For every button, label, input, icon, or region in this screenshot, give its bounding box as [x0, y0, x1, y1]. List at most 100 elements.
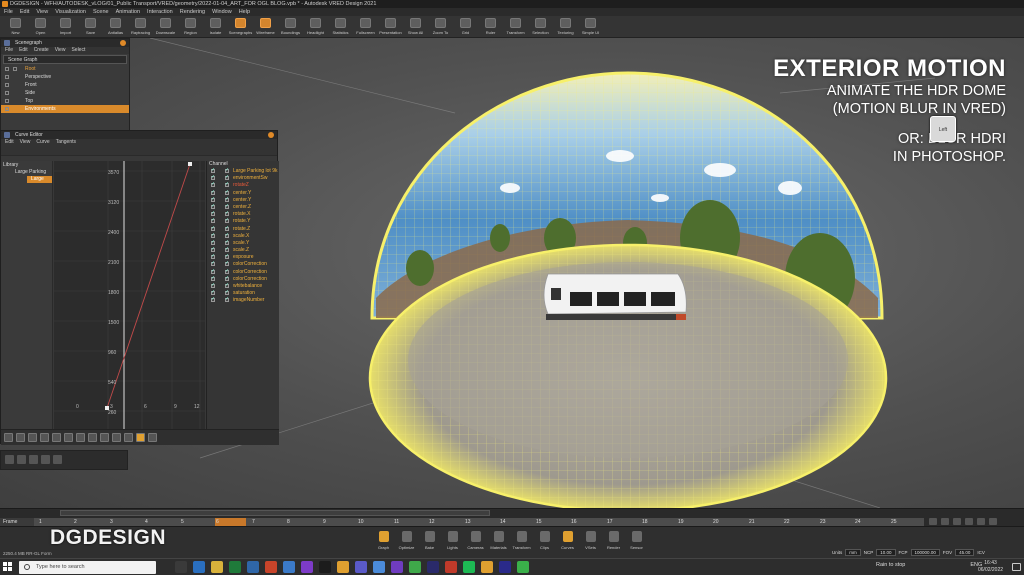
visibility-checkbox[interactable] [5, 99, 9, 103]
loop-icon[interactable] [989, 518, 997, 525]
vred-taskbar-icon[interactable] [337, 561, 349, 573]
timeline-playhead[interactable] [215, 518, 246, 526]
notifications-icon[interactable] [1012, 563, 1021, 571]
key-tool-icon[interactable] [76, 433, 85, 442]
edit-icon[interactable] [17, 455, 26, 464]
toolbar-selection-button[interactable]: Selection [528, 16, 553, 38]
toolbar-region-button[interactable]: Region [178, 16, 203, 38]
channel-row[interactable]: scale.X [207, 233, 279, 240]
dock-cameras-button[interactable]: Cameras [464, 529, 487, 557]
menu-scene[interactable]: Scene [93, 8, 109, 16]
clip-icon[interactable] [41, 455, 50, 464]
delete-icon[interactable] [53, 455, 62, 464]
taskbar-search-input[interactable]: Type here to search [19, 561, 156, 574]
app-icon[interactable] [319, 561, 331, 573]
toolbar-texturing-button[interactable]: Texturing [553, 16, 578, 38]
toolbar-open-button[interactable]: Open [28, 16, 53, 38]
toolbar-import-button[interactable]: Import [53, 16, 78, 38]
magnet-icon[interactable] [136, 433, 145, 442]
sg-menu-file[interactable]: File [5, 47, 13, 54]
viewcube[interactable]: Left [930, 116, 956, 142]
key-tool-icon[interactable] [4, 433, 13, 442]
clock[interactable]: 16:43 06/02/2022 [978, 560, 1003, 574]
scenegraph-dropdown[interactable]: Scene Graph [3, 55, 127, 64]
visibility-checkbox[interactable] [5, 75, 9, 79]
go-end-icon[interactable] [977, 518, 985, 525]
channel-row[interactable]: rotate.Z [207, 226, 279, 233]
spotify-icon[interactable] [463, 561, 475, 573]
channel-row-selected[interactable]: rotateZ [207, 182, 279, 189]
menu-view[interactable]: View [36, 8, 48, 16]
dock-vsets-button[interactable]: VSets [579, 529, 602, 557]
menu-file[interactable]: File [4, 8, 13, 16]
app-icon[interactable] [427, 561, 439, 573]
dock-materials-button[interactable]: Materials [487, 529, 510, 557]
ce-menu-tangents[interactable]: Tangents [56, 139, 76, 146]
sg-menu-view[interactable]: View [55, 47, 66, 54]
word-icon[interactable] [247, 561, 259, 573]
curve-graph[interactable]: 3570 3120 2400 2100 1800 1500 960 540 26… [54, 161, 205, 445]
visibility-checkbox[interactable] [5, 67, 9, 71]
toolbar-statistics-button[interactable]: Statistics [328, 16, 353, 38]
ce-menu-curve[interactable]: Curve [36, 139, 49, 146]
key-tool-icon[interactable] [52, 433, 61, 442]
channel-row[interactable]: center.Z [207, 204, 279, 211]
toolbar-simple-ui-button[interactable]: Simple UI [578, 16, 603, 38]
play-icon[interactable] [953, 518, 961, 525]
menu-visualization[interactable]: Visualization [55, 8, 86, 16]
app-icon[interactable] [373, 561, 385, 573]
photos-icon[interactable] [283, 561, 295, 573]
timeline-range-slider[interactable] [60, 510, 490, 516]
ce-menu-edit[interactable]: Edit [5, 139, 14, 146]
go-start-icon[interactable] [929, 518, 937, 525]
toolbar-save-button[interactable]: Save [78, 16, 103, 38]
channel-row[interactable]: environmentSw [207, 175, 279, 182]
step-back-icon[interactable] [941, 518, 949, 525]
toolbar-presentation-button[interactable]: Presentation [378, 16, 403, 38]
toolbar-transform-button[interactable]: Transform [503, 16, 528, 38]
excel-icon[interactable] [229, 561, 241, 573]
task-view-icon[interactable] [175, 561, 187, 573]
units-select[interactable]: mm [845, 549, 861, 556]
teams-icon[interactable] [391, 561, 403, 573]
toolbar-scenegraphs-button[interactable]: Scenegraphs [228, 16, 253, 38]
channel-row[interactable]: saturation [207, 290, 279, 297]
dock-curves-button[interactable]: Curves [556, 529, 579, 557]
library-row-parking[interactable]: Large Parking [1, 169, 52, 176]
panel-close-icon[interactable] [120, 40, 126, 46]
dock-graph-button[interactable]: Graph [372, 529, 395, 557]
app-icon[interactable] [409, 561, 421, 573]
toolbar-headlight-button[interactable]: Headlight [303, 16, 328, 38]
channel-row[interactable]: rotate.X [207, 211, 279, 218]
sg-menu-create[interactable]: Create [34, 47, 49, 54]
channel-row[interactable]: imageNumber [207, 297, 279, 304]
toolbar-downscale-button[interactable]: Downscale [153, 16, 178, 38]
toolbar-fullscreen-button[interactable]: Fullscreen [353, 16, 378, 38]
key-tool-icon[interactable] [40, 433, 49, 442]
sg-row-top[interactable]: Top [1, 97, 129, 105]
windows-start-icon[interactable] [3, 562, 13, 572]
channel-row[interactable]: exposure [207, 254, 279, 261]
channel-row[interactable]: center.Y [207, 190, 279, 197]
dock-sensor-button[interactable]: Sensor [625, 529, 648, 557]
toolbar-zoom-to-button[interactable]: Zoom To [428, 16, 453, 38]
channel-row[interactable]: rotate.Y [207, 218, 279, 225]
visibility-checkbox[interactable] [5, 107, 9, 111]
menu-window[interactable]: Window [212, 8, 232, 16]
menu-animation[interactable]: Animation [116, 8, 140, 16]
key-tool-icon[interactable] [148, 433, 157, 442]
key-tool-icon[interactable] [112, 433, 121, 442]
menu-help[interactable]: Help [239, 8, 250, 16]
channel-row[interactable]: whitebalance [207, 283, 279, 290]
toolbar-new-button[interactable]: New [3, 16, 28, 38]
whatsapp-icon[interactable] [517, 561, 529, 573]
visibility-checkbox[interactable] [5, 91, 9, 95]
toolbar-wireframe-button[interactable]: Wireframe [253, 16, 278, 38]
app-icon[interactable] [445, 561, 457, 573]
dock-optimize-button[interactable]: Optimize [395, 529, 418, 557]
key-tool-icon[interactable] [64, 433, 73, 442]
sg-row-front[interactable]: Front [1, 81, 129, 89]
key-tool-icon[interactable] [16, 433, 25, 442]
ce-menu-view[interactable]: View [20, 139, 31, 146]
channel-row[interactable]: colorCorrection [207, 269, 279, 276]
